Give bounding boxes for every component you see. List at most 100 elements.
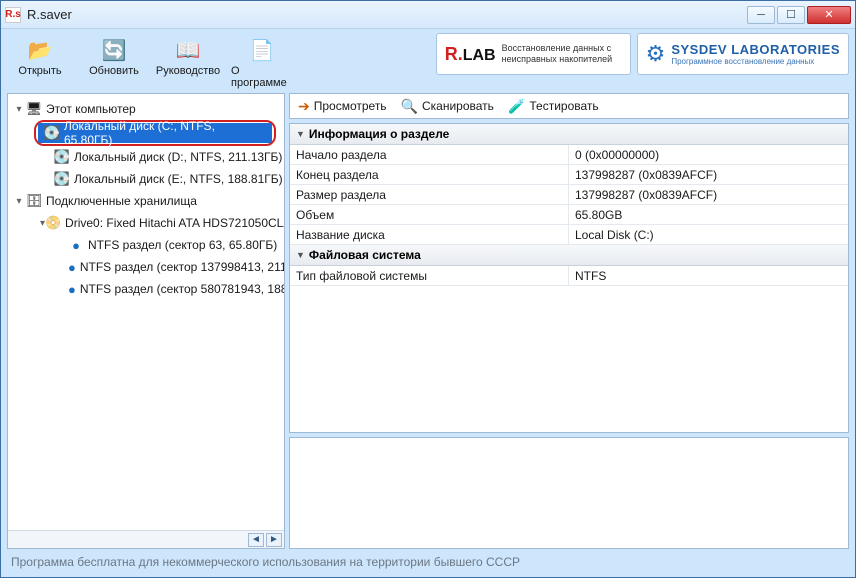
- rlab-logo-lab: LAB: [463, 47, 496, 64]
- rlab-text: Восстановление данных с неисправных нако…: [502, 43, 622, 65]
- refresh-icon: 🔄: [99, 37, 129, 63]
- close-button[interactable]: ✕: [807, 6, 851, 24]
- partition-icon: [68, 237, 84, 253]
- right-pane: ➔ Просмотреть 🔍 Сканировать 🧪 Тестироват…: [289, 93, 849, 549]
- view-button[interactable]: ➔ Просмотреть: [298, 98, 387, 115]
- row-value: NTFS: [569, 266, 848, 286]
- row-label: Начало раздела: [290, 145, 569, 165]
- tree-pane: ▾ Этот компьютер Локальный диск (C:, NTF…: [7, 93, 285, 549]
- tree-node-disk-c[interactable]: Локальный диск (C:, NTFS, 65.80ГБ): [38, 123, 272, 143]
- rlab-logo-r: R.: [445, 44, 463, 64]
- scroll-left-icon[interactable]: ◄: [248, 533, 264, 547]
- storage-icon: [26, 193, 42, 209]
- filesystem-grid: Тип файловой системы NTFS: [290, 266, 848, 286]
- maximize-button[interactable]: ☐: [777, 6, 805, 24]
- computer-icon: [26, 101, 42, 117]
- disk-icon: [54, 171, 70, 187]
- gear-icon: ⚙: [646, 41, 666, 67]
- partition-icon: [68, 259, 76, 275]
- refresh-label: Обновить: [89, 65, 139, 77]
- chevron-down-icon: ▼: [296, 129, 305, 139]
- scan-button[interactable]: 🔍 Сканировать: [401, 98, 494, 115]
- section-partition-info[interactable]: ▼ Информация о разделе: [290, 124, 848, 145]
- about-button[interactable]: 📄 О программе: [229, 33, 295, 91]
- twisty-icon[interactable]: ▾: [12, 196, 26, 207]
- tree-label: NTFS раздел (сектор 580781943, 188.81ГБ): [80, 282, 284, 296]
- row-value: 65.80GB: [569, 205, 848, 225]
- row-value: 137998287 (0x0839AFCF): [569, 165, 848, 185]
- brand-rlab[interactable]: R.LAB Восстановление данных с неисправны…: [436, 33, 631, 75]
- tree-node-part1[interactable]: NTFS раздел (сектор 137998413, 211.13ГБ): [8, 256, 284, 278]
- chevron-down-icon: ▼: [296, 250, 305, 260]
- sysdev-sub: Программное восстановление данных: [671, 57, 840, 66]
- tree-label: Локальный диск (E:, NTFS, 188.81ГБ): [74, 172, 283, 186]
- tree-label: Подключенные хранилища: [46, 194, 197, 208]
- log-panel: [289, 437, 849, 549]
- section-filesystem[interactable]: ▼ Файловая система: [290, 245, 848, 266]
- arrow-right-icon: ➔: [298, 98, 310, 115]
- drive-icon: [45, 215, 61, 231]
- toolbar: 📂 Открыть 🔄 Обновить 📖 Руководство 📄 О п…: [7, 33, 430, 91]
- row-label: Тип файловой системы: [290, 266, 569, 286]
- info-icon: 📄: [247, 37, 277, 63]
- tree-node-computer[interactable]: ▾ Этот компьютер: [8, 98, 284, 120]
- tree-node-part2[interactable]: NTFS раздел (сектор 580781943, 188.81ГБ): [8, 278, 284, 300]
- action-bar: ➔ Просмотреть 🔍 Сканировать 🧪 Тестироват…: [289, 93, 849, 119]
- disk-icon: [44, 125, 60, 141]
- manual-button[interactable]: 📖 Руководство: [155, 33, 221, 91]
- test-button[interactable]: 🧪 Тестировать: [508, 98, 599, 115]
- info-panel: ▼ Информация о разделе Начало раздела 0 …: [289, 123, 849, 433]
- tree-node-disk-e[interactable]: Локальный диск (E:, NTFS, 188.81ГБ): [8, 168, 284, 190]
- rlab-logo: R.LAB: [445, 44, 496, 65]
- refresh-button[interactable]: 🔄 Обновить: [81, 33, 147, 91]
- row-value: Local Disk (C:): [569, 225, 848, 245]
- row-label: Конец раздела: [290, 165, 569, 185]
- selected-highlight: Локальный диск (C:, NTFS, 65.80ГБ): [34, 120, 276, 146]
- tree-node-part0[interactable]: NTFS раздел (сектор 63, 65.80ГБ): [8, 234, 284, 256]
- tree-label: Локальный диск (C:, NTFS, 65.80ГБ): [64, 119, 266, 147]
- tree-label: Локальный диск (D:, NTFS, 211.13ГБ): [74, 150, 282, 164]
- partition-icon: [68, 281, 76, 297]
- horizontal-scrollbar[interactable]: ◄ ►: [8, 530, 284, 548]
- scan-label: Сканировать: [422, 99, 494, 113]
- tree-label: NTFS раздел (сектор 137998413, 211.13ГБ): [80, 260, 284, 274]
- row-label: Название диска: [290, 225, 569, 245]
- tree-node-drive0[interactable]: ▾ Drive0: Fixed Hitachi ATA HDS721050CLA: [8, 212, 284, 234]
- body: ▾ Этот компьютер Локальный диск (C:, NTF…: [1, 93, 855, 549]
- manual-label: Руководство: [156, 65, 220, 77]
- window: R.s R.saver ─ ☐ ✕ 📂 Открыть 🔄 Обновить 📖…: [0, 0, 856, 578]
- test-icon: 🧪: [508, 98, 525, 115]
- row-value: 137998287 (0x0839AFCF): [569, 185, 848, 205]
- twisty-icon[interactable]: ▾: [12, 104, 26, 115]
- window-title: R.saver: [27, 7, 747, 22]
- tree-node-connected[interactable]: ▾ Подключенные хранилища: [8, 190, 284, 212]
- sysdev-name: SYSDEV LABORATORIES: [671, 42, 840, 57]
- row-label: Размер раздела: [290, 185, 569, 205]
- about-label: О программе: [231, 65, 293, 89]
- tree-label: Drive0: Fixed Hitachi ATA HDS721050CLA: [65, 216, 284, 230]
- app-icon: R.s: [5, 7, 21, 23]
- test-label: Тестировать: [529, 99, 598, 113]
- section-label: Информация о разделе: [309, 127, 449, 141]
- folder-open-icon: 📂: [25, 37, 55, 63]
- brand-sysdev[interactable]: ⚙ SYSDEV LABORATORIES Программное восста…: [637, 33, 849, 75]
- tree-node-disk-d[interactable]: Локальный диск (D:, NTFS, 211.13ГБ): [8, 146, 284, 168]
- row-label: Объем: [290, 205, 569, 225]
- section-label: Файловая система: [309, 248, 421, 262]
- open-label: Открыть: [18, 65, 61, 77]
- disk-icon: [54, 149, 70, 165]
- book-icon: 📖: [173, 37, 203, 63]
- tree-label: Этот компьютер: [46, 102, 136, 116]
- view-label: Просмотреть: [314, 99, 387, 113]
- scroll-right-icon[interactable]: ►: [266, 533, 282, 547]
- scan-icon: 🔍: [401, 98, 418, 115]
- titlebar: R.s R.saver ─ ☐ ✕: [1, 1, 855, 29]
- partition-info-grid: Начало раздела 0 (0x00000000) Конец разд…: [290, 145, 848, 245]
- open-button[interactable]: 📂 Открыть: [7, 33, 73, 91]
- top-area: 📂 Открыть 🔄 Обновить 📖 Руководство 📄 О п…: [1, 29, 855, 93]
- row-value: 0 (0x00000000): [569, 145, 848, 165]
- device-tree[interactable]: ▾ Этот компьютер Локальный диск (C:, NTF…: [8, 94, 284, 530]
- minimize-button[interactable]: ─: [747, 6, 775, 24]
- tree-label: NTFS раздел (сектор 63, 65.80ГБ): [88, 238, 277, 252]
- status-text: Программа бесплатна для некоммерческого …: [11, 555, 520, 569]
